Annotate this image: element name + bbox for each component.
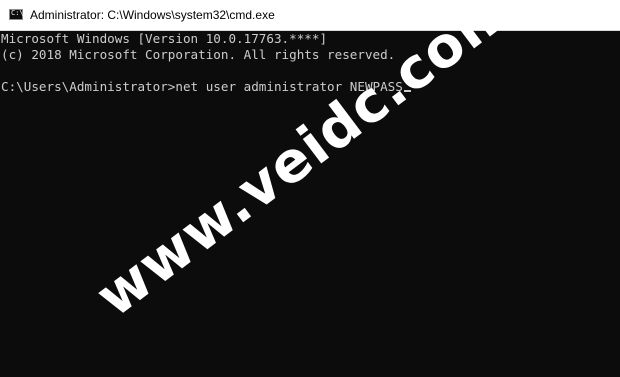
cmd-console-icon: C:\ — [9, 9, 24, 20]
console-output[interactable]: Microsoft Windows [Version 10.0.17763.**… — [0, 31, 620, 377]
text-cursor — [403, 90, 411, 92]
window-title: Administrator: C:\Windows\system32\cmd.e… — [30, 8, 275, 22]
console-command-line[interactable]: C:\Users\Administrator>net user administ… — [1, 79, 411, 95]
title-bar[interactable]: C:\ Administrator: C:\Windows\system32\c… — [0, 0, 620, 31]
console-line-version: Microsoft Windows [Version 10.0.17763.**… — [1, 31, 328, 46]
console-line-copyright: (c) 2018 Microsoft Corporation. All righ… — [1, 47, 396, 62]
command-prompt-text: C:\Users\Administrator>net user administ… — [1, 79, 403, 94]
